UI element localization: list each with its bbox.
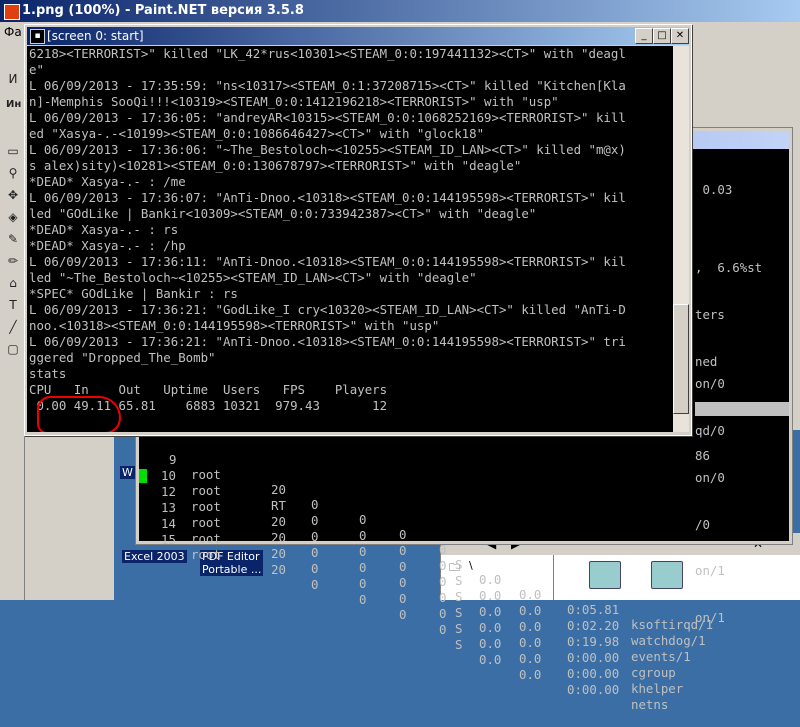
- log-line: L 06/09/2013 - 17:36:05: "andreyAR<10315…: [29, 110, 626, 125]
- log-line: e": [29, 62, 44, 77]
- summary-line: ters: [695, 306, 725, 322]
- screen-terminal-window: ▪ [screen 0: start] _ □ ✕ 6218><TERRORIS…: [24, 24, 692, 436]
- log-line: 6218><TERRORIST>" killed "LK_42*rus<1030…: [29, 46, 626, 61]
- priority: 20: [271, 562, 286, 577]
- pid: 15: [161, 532, 176, 547]
- log-line: L 06/09/2013 - 17:36:06: "~The_Bestoloch…: [29, 142, 626, 157]
- menu-file[interactable]: Фа: [4, 25, 22, 39]
- paint-title-bar[interactable]: 1.png (100%) - Paint.NET версия 3.5.8: [0, 0, 800, 22]
- terminal-output[interactable]: 6218><TERRORIST>" killed "LK_42*rus<1030…: [27, 46, 673, 432]
- process-name-fragment: on/0: [695, 376, 725, 392]
- desktop-icon-w[interactable]: W: [120, 466, 135, 479]
- log-line: noo.<10318><STEAM_0:0:144195598><TERRORI…: [29, 318, 440, 333]
- log-line: s alex)sity)<10281><STEAM_0:0:130678797>…: [29, 158, 522, 173]
- log-line: L 06/09/2013 - 17:36:21: "AnTi-Dnoo.<103…: [29, 334, 626, 349]
- maximize-button[interactable]: □: [653, 28, 671, 44]
- move-tool-icon[interactable]: ✥: [6, 188, 20, 202]
- log-line: *DEAD* Xasya-.- : rs: [29, 222, 179, 237]
- log-line: L 06/09/2013 - 17:35:59: "ns<10317><STEA…: [29, 78, 626, 93]
- cpu: 0.0: [479, 652, 502, 667]
- log-line: *DEAD* Xasya-.- : /hp: [29, 238, 186, 253]
- state: S: [455, 637, 463, 652]
- shape-tool-icon[interactable]: ▢: [6, 342, 20, 356]
- shr: 0: [439, 622, 447, 637]
- log-line: L 06/09/2013 - 17:36:11: "AnTi-Dnoo.<103…: [29, 254, 626, 269]
- res: 0: [399, 607, 407, 622]
- log-line: *DEAD* Xasya-.- : /me: [29, 174, 186, 189]
- log-line: led "GOdLike | Bankir<10309><STEAM_0:0:7…: [29, 206, 537, 221]
- stamp-tool-icon[interactable]: ⌂: [6, 276, 20, 290]
- tools-title: Ин: [6, 99, 22, 110]
- summary-line: , 6.6%st: [695, 260, 763, 276]
- red-annotation-circle: [37, 396, 121, 432]
- paint-app-icon: [4, 4, 20, 20]
- nice: 0: [311, 577, 319, 592]
- summary-line: 0.03: [695, 182, 733, 198]
- scrollbar[interactable]: [673, 46, 689, 432]
- brush-tool-icon[interactable]: ✎: [6, 232, 20, 246]
- mem: 0.0: [519, 667, 542, 682]
- command: netns: [631, 697, 669, 712]
- menu-image[interactable]: И: [6, 72, 20, 86]
- scrollbar-thumb[interactable]: [673, 304, 689, 414]
- terminal-title-bar[interactable]: ▪ [screen 0: start] _ □ ✕: [27, 27, 689, 45]
- log-line: L 06/09/2013 - 17:36:21: "GodLike_I cry<…: [29, 302, 626, 317]
- minimize-button[interactable]: _: [635, 28, 653, 44]
- pencil-tool-icon[interactable]: ✏: [6, 254, 20, 268]
- log-line: ggered "Dropped_The_Bomb": [29, 350, 216, 365]
- terminal-icon: ▪: [30, 29, 45, 44]
- log-line: L 06/09/2013 - 17:36:07: "AnTi-Dnoo.<103…: [29, 190, 626, 205]
- log-line: ed "Xasya-.-<10199><STEAM_0:0:1086646427…: [29, 126, 485, 141]
- select-tool-icon[interactable]: ▭: [6, 144, 20, 158]
- tools-panel: И Ин ▭ ⚲ ✥ ◈ ✎ ✏ ⌂ T ╱ ▢: [0, 44, 25, 600]
- zoom-tool-icon[interactable]: ⚲: [6, 166, 20, 180]
- command-line: stats: [29, 366, 67, 381]
- user: root: [191, 547, 221, 562]
- paint-title: 1.png (100%) - Paint.NET версия 3.5.8: [22, 3, 304, 18]
- log-line: n]-Memphis SooQi!!!<10319><STEAM_0:0:141…: [29, 94, 559, 109]
- paint-bucket-icon[interactable]: ◈: [6, 210, 20, 224]
- text-tool-icon[interactable]: T: [6, 298, 20, 312]
- table-row: 15 root 20 0 0 0 0 S 0.0 0.0 0:00.00 net…: [143, 517, 783, 727]
- close-button[interactable]: ✕: [671, 28, 689, 44]
- time: 0:00.00: [567, 682, 620, 697]
- log-line: led "~The_Bestoloch~<10255><STEAM_ID_LAN…: [29, 270, 477, 285]
- terminal-cursor: [139, 469, 147, 483]
- terminal-title: [screen 0: start]: [47, 29, 144, 43]
- log-line: *SPEC* GOdLike | Bankir : rs: [29, 286, 238, 301]
- line-tool-icon[interactable]: ╱: [6, 320, 20, 334]
